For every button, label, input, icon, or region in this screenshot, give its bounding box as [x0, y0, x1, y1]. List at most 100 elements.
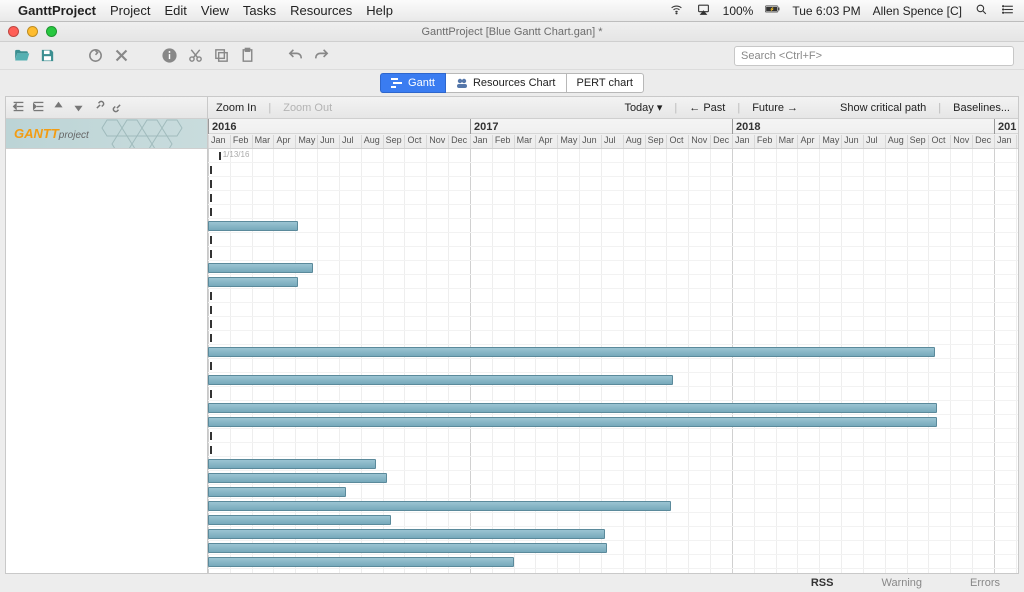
task-row[interactable] [208, 163, 1018, 177]
user-name[interactable]: Allen Spence [C] [873, 4, 962, 18]
baselines-button[interactable]: Baselines... [953, 102, 1010, 114]
refresh-button[interactable] [84, 45, 106, 67]
app-menu[interactable]: GanttProject [18, 3, 96, 18]
task-bar[interactable] [208, 375, 673, 385]
task-row[interactable] [208, 443, 1018, 457]
task-marker[interactable] [210, 236, 212, 244]
status-rss[interactable]: RSS [811, 577, 834, 589]
task-marker[interactable] [219, 152, 221, 160]
month-label: Jan [732, 135, 750, 148]
task-list-area[interactable] [6, 149, 207, 573]
airplay-icon[interactable] [696, 3, 711, 19]
paste-button[interactable] [236, 45, 258, 67]
task-row[interactable] [208, 289, 1018, 303]
status-errors[interactable]: Errors [970, 577, 1000, 589]
tab-pert[interactable]: PERT chart [566, 73, 644, 93]
task-bar[interactable] [208, 529, 605, 539]
task-bar[interactable] [208, 515, 391, 525]
task-row[interactable] [208, 261, 1018, 275]
task-marker[interactable] [210, 334, 212, 342]
task-bar[interactable] [208, 277, 298, 287]
save-button[interactable] [36, 45, 58, 67]
task-bar[interactable] [208, 347, 935, 357]
link-icon[interactable] [92, 100, 105, 116]
battery-icon[interactable]: ⚡ [765, 3, 780, 19]
tab-gantt[interactable]: Gantt [380, 73, 446, 93]
unlink-icon[interactable] [112, 100, 125, 116]
task-bar[interactable] [208, 473, 387, 483]
task-row[interactable] [208, 303, 1018, 317]
status-warning[interactable]: Warning [881, 577, 922, 589]
search-input[interactable]: Search <Ctrl+F> [734, 46, 1014, 66]
spotlight-icon[interactable] [974, 3, 989, 19]
redo-button[interactable] [310, 45, 332, 67]
task-marker[interactable] [210, 390, 212, 398]
window-minimize-button[interactable] [27, 26, 38, 37]
window-zoom-button[interactable] [46, 26, 57, 37]
task-row[interactable] [208, 149, 1018, 163]
menu-view[interactable]: View [201, 3, 229, 18]
move-down-icon[interactable] [72, 100, 85, 116]
task-row[interactable] [208, 387, 1018, 401]
past-button[interactable]: ← Past [689, 102, 725, 114]
menu-tasks[interactable]: Tasks [243, 3, 276, 18]
task-row[interactable] [208, 233, 1018, 247]
task-bar[interactable] [208, 557, 514, 567]
task-marker[interactable] [210, 320, 212, 328]
task-row[interactable] [208, 219, 1018, 233]
month-label: May [557, 135, 577, 148]
cut-button[interactable] [184, 45, 206, 67]
menu-help[interactable]: Help [366, 3, 393, 18]
zoom-out-button[interactable]: Zoom Out [283, 102, 332, 114]
zoom-in-button[interactable]: Zoom In [216, 102, 256, 114]
future-button[interactable]: Future → [752, 102, 798, 114]
undo-button[interactable] [284, 45, 306, 67]
open-button[interactable] [10, 45, 32, 67]
menu-project[interactable]: Project [110, 3, 150, 18]
tab-resources[interactable]: Resources Chart [446, 73, 566, 93]
task-marker[interactable] [210, 250, 212, 258]
task-marker[interactable] [210, 194, 212, 202]
menu-resources[interactable]: Resources [290, 3, 352, 18]
task-marker[interactable] [210, 446, 212, 454]
task-bar[interactable] [208, 263, 313, 273]
task-marker[interactable] [210, 432, 212, 440]
task-marker[interactable] [210, 362, 212, 370]
task-bar[interactable] [208, 543, 607, 553]
outdent-icon[interactable] [12, 100, 25, 116]
clock[interactable]: Tue 6:03 PM [792, 4, 860, 18]
task-row[interactable] [208, 331, 1018, 345]
wifi-icon[interactable] [669, 3, 684, 19]
task-row[interactable] [208, 359, 1018, 373]
task-bar[interactable] [208, 487, 346, 497]
task-row[interactable] [208, 177, 1018, 191]
task-marker[interactable] [210, 180, 212, 188]
month-label: Jan [470, 135, 488, 148]
task-marker[interactable] [210, 166, 212, 174]
task-row[interactable] [208, 205, 1018, 219]
task-row[interactable] [208, 275, 1018, 289]
task-row[interactable] [208, 247, 1018, 261]
window-close-button[interactable] [8, 26, 19, 37]
task-bar[interactable] [208, 221, 298, 231]
task-row[interactable] [208, 429, 1018, 443]
info-button[interactable] [158, 45, 180, 67]
task-marker[interactable] [210, 292, 212, 300]
copy-button[interactable] [210, 45, 232, 67]
move-up-icon[interactable] [52, 100, 65, 116]
menu-edit[interactable]: Edit [164, 3, 186, 18]
task-bar[interactable] [208, 417, 937, 427]
task-bar[interactable] [208, 459, 376, 469]
task-bar[interactable] [208, 403, 937, 413]
task-marker[interactable] [210, 208, 212, 216]
gantt-grid[interactable]: 1/13/16 [208, 149, 1018, 573]
today-button[interactable]: Today ▾ [624, 101, 662, 114]
task-bar[interactable] [208, 501, 671, 511]
cancel-button[interactable] [110, 45, 132, 67]
notification-center-icon[interactable] [1001, 3, 1016, 19]
critical-path-button[interactable]: Show critical path [840, 102, 926, 114]
task-row[interactable] [208, 191, 1018, 205]
indent-icon[interactable] [32, 100, 45, 116]
task-marker[interactable] [210, 306, 212, 314]
task-row[interactable] [208, 317, 1018, 331]
